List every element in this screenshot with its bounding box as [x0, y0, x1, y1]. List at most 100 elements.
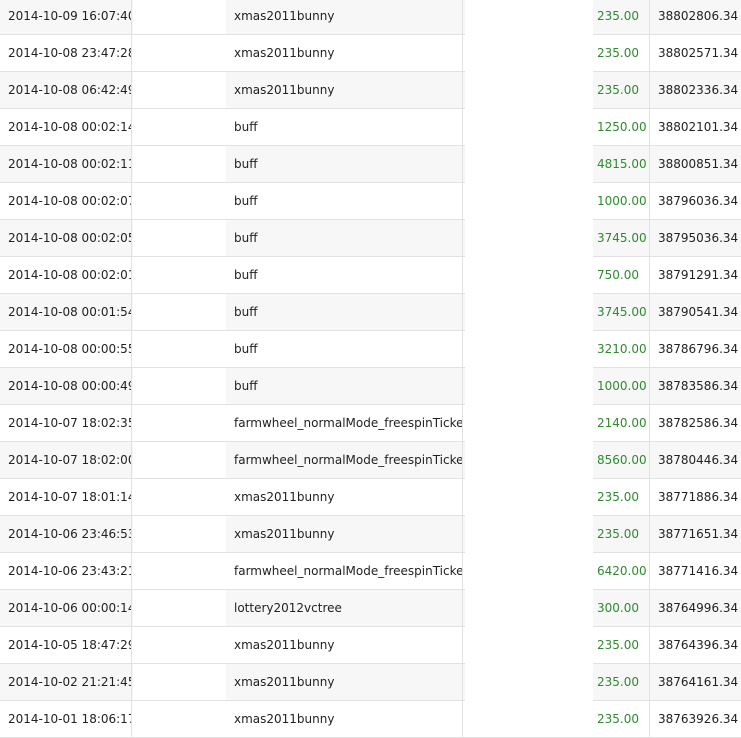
amount-cell: 6420.00: [593, 553, 650, 589]
blank-cell: [133, 627, 226, 663]
amount-cell: 2140.00: [593, 405, 650, 441]
event-name-cell: xmas2011bunny: [234, 46, 335, 60]
balance-cell: 38796036.34: [658, 194, 739, 208]
balance-cell: 38764396.34: [658, 638, 739, 652]
event-name-cell: xmas2011bunny: [234, 712, 335, 726]
timestamp-cell: 2014-10-06 00:00:14: [0, 590, 132, 626]
table-row: 2014-10-08 23:47:28 xmas2011bunny 235.00 38…: [0, 35, 741, 72]
event-name-cell: farmwheel_normalMode_freespinTicket: [234, 453, 462, 467]
table-row: 2014-10-02 21:21:45 xmas2011bunny 235.00 38…: [0, 664, 741, 701]
table-row: 2014-10-08 00:02:07 buff 1000.00 38796036.3…: [0, 183, 741, 220]
event-name-cell: buff: [234, 120, 258, 134]
balance-cell: 38763926.34: [658, 712, 739, 726]
blank-cell: [133, 442, 226, 478]
blank-cell: [133, 72, 226, 108]
amount-cell: 235.00: [593, 664, 650, 700]
timestamp-cell: 2014-10-01 18:06:17: [0, 701, 132, 737]
amount-cell: 235.00: [593, 0, 650, 34]
balance-cell: 38800851.34: [658, 157, 739, 171]
amount-cell: 235.00: [593, 479, 650, 515]
amount-cell: 235.00: [593, 627, 650, 663]
blank-cell: [133, 109, 226, 145]
event-name-cell: xmas2011bunny: [234, 675, 335, 689]
table-row: 2014-10-08 00:01:54 buff 3745.00 38790541.3…: [0, 294, 741, 331]
timestamp-cell: 2014-10-09 16:07:40: [0, 0, 132, 34]
table-row: 2014-10-08 00:00:49 buff 1000.00 38783586.3…: [0, 368, 741, 405]
amount-cell: 235.00: [593, 516, 650, 552]
amount-cell: 1000.00: [593, 183, 650, 219]
blank-cell: [133, 35, 226, 71]
balance-cell: 38771416.34: [658, 564, 739, 578]
timestamp-cell: 2014-10-06 23:43:21: [0, 553, 132, 589]
transaction-table: 2014-10-09 16:07:40 xmas2011bunny 235.00 38…: [0, 0, 741, 738]
table-row: 2014-10-07 18:02:00 farmwheel_normalMode_…: [0, 442, 741, 479]
table-row: 2014-10-08 00:02:14 buff 1250.00 38802101.3…: [0, 109, 741, 146]
amount-cell: 235.00: [593, 72, 650, 108]
blank-cell: [133, 257, 226, 293]
event-name-cell: xmas2011bunny: [234, 490, 335, 504]
timestamp-cell: 2014-10-08 00:02:11: [0, 146, 132, 182]
redacted-area: [465, 0, 593, 734]
table-row: 2014-10-07 18:02:35 farmwheel_normalMode_…: [0, 405, 741, 442]
blank-cell: [133, 553, 226, 589]
amount-cell: 1250.00: [593, 109, 650, 145]
event-name-cell: buff: [234, 231, 258, 245]
event-name-cell: lottery2012vctree: [234, 601, 342, 615]
table-row: 2014-10-05 18:47:29 xmas2011bunny 235.00 38…: [0, 627, 741, 664]
timestamp-cell: 2014-10-08 00:02:14: [0, 109, 132, 145]
blank-cell: [133, 368, 226, 404]
event-name-cell: farmwheel_normalMode_freespinTicket: [234, 564, 462, 578]
amount-cell: 8560.00: [593, 442, 650, 478]
amount-cell: 300.00: [593, 590, 650, 626]
blank-cell: [133, 183, 226, 219]
balance-cell: 38764161.34: [658, 675, 739, 689]
balance-cell: 38802101.34: [658, 120, 739, 134]
blank-cell: [133, 146, 226, 182]
blank-cell: [133, 220, 226, 256]
table-row: 2014-10-07 18:01:14 xmas2011bunny 235.00 38…: [0, 479, 741, 516]
amount-cell: 1000.00: [593, 368, 650, 404]
amount-cell: 3745.00: [593, 294, 650, 330]
timestamp-cell: 2014-10-08 23:47:28: [0, 35, 132, 71]
table-row: 2014-10-08 00:02:01 buff 750.00 38791291.34: [0, 257, 741, 294]
event-name-cell: buff: [234, 194, 258, 208]
table-row: 2014-10-08 06:42:49 xmas2011bunny 235.00 38…: [0, 72, 741, 109]
balance-cell: 38791291.34: [658, 268, 739, 282]
table-row: 2014-10-01 18:06:17 xmas2011bunny 235.00 38…: [0, 701, 741, 738]
table-row: 2014-10-09 16:07:40 xmas2011bunny 235.00 38…: [0, 0, 741, 35]
amount-cell: 3745.00: [593, 220, 650, 256]
blank-cell: [133, 664, 226, 700]
timestamp-cell: 2014-10-08 00:02:07: [0, 183, 132, 219]
balance-cell: 38786796.34: [658, 342, 739, 356]
event-name-cell: buff: [234, 379, 258, 393]
event-name-cell: buff: [234, 342, 258, 356]
blank-cell: [133, 590, 226, 626]
timestamp-cell: 2014-10-08 00:02:05: [0, 220, 132, 256]
timestamp-cell: 2014-10-07 18:02:00: [0, 442, 132, 478]
event-name-cell: xmas2011bunny: [234, 527, 335, 541]
blank-cell: [133, 701, 226, 737]
event-name-cell: buff: [234, 305, 258, 319]
event-name-cell: xmas2011bunny: [234, 83, 335, 97]
event-name-cell: buff: [234, 157, 258, 171]
balance-cell: 38783586.34: [658, 379, 739, 393]
timestamp-cell: 2014-10-08 00:00:49: [0, 368, 132, 404]
table-row: 2014-10-06 00:00:14 lottery2012vctree 300.…: [0, 590, 741, 627]
amount-cell: 3210.00: [593, 331, 650, 367]
timestamp-cell: 2014-10-08 00:01:54: [0, 294, 132, 330]
timestamp-cell: 2014-10-08 00:02:01: [0, 257, 132, 293]
balance-cell: 38764996.34: [658, 601, 739, 615]
timestamp-cell: 2014-10-07 18:02:35: [0, 405, 132, 441]
timestamp-cell: 2014-10-08 00:00:55: [0, 331, 132, 367]
amount-cell: 4815.00: [593, 146, 650, 182]
event-name-cell: xmas2011bunny: [234, 638, 335, 652]
balance-cell: 38780446.34: [658, 453, 739, 467]
balance-cell: 38771886.34: [658, 490, 739, 504]
table-row: 2014-10-08 00:02:05 buff 3745.00 38795036.3…: [0, 220, 741, 257]
amount-cell: 235.00: [593, 701, 650, 737]
timestamp-cell: 2014-10-06 23:46:53: [0, 516, 132, 552]
timestamp-cell: 2014-10-07 18:01:14: [0, 479, 132, 515]
timestamp-cell: 2014-10-02 21:21:45: [0, 664, 132, 700]
table-row: 2014-10-08 00:00:55 buff 3210.00 38786796.3…: [0, 331, 741, 368]
balance-cell: 38782586.34: [658, 416, 739, 430]
